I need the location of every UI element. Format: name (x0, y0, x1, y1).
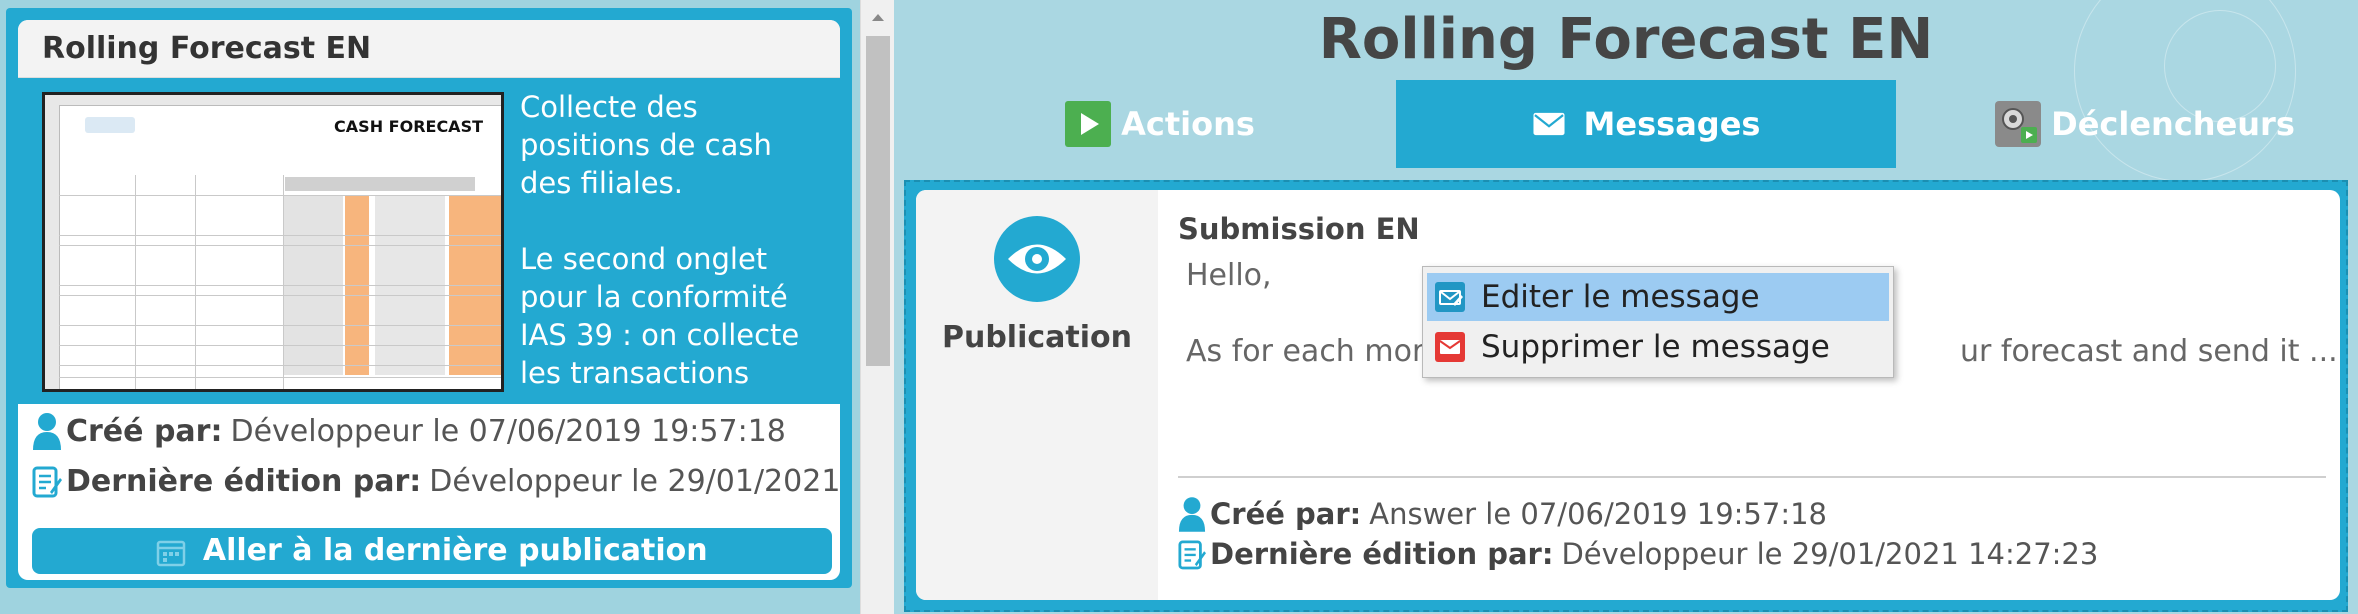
message-edited-label: Dernière édition par: (1210, 537, 1554, 571)
thumbnail-gridline (59, 295, 501, 296)
left-scrollbar[interactable] (860, 0, 895, 614)
publication-card: Rolling Forecast EN CASH FORECAST Collec… (6, 8, 852, 588)
context-menu: Editer le message Supprimer le message (1422, 266, 1894, 378)
tab-messages-label: Messages (1583, 105, 1761, 143)
card-description: Collecte des positions de cash des filia… (520, 88, 820, 392)
go-to-last-publication-button[interactable]: Aller à la dernière publication (32, 528, 832, 574)
menu-item-edit-label: Editer le message (1481, 279, 1760, 315)
thumbnail-gridline (59, 285, 501, 286)
message-edited-value: Développeur le 29/01/2021 14:27:23 (1561, 537, 2099, 571)
tab-actions[interactable]: Actions (1010, 80, 1310, 168)
envelope-icon (1533, 112, 1565, 136)
tab-actions-label: Actions (1121, 105, 1255, 143)
thumbnail-gridline (59, 325, 501, 326)
message-greeting: Hello, (1186, 258, 1272, 293)
thumbnail-gridline (59, 377, 501, 378)
message-created-row: Créé par: Answer le 07/06/2019 19:57:18 (1178, 496, 1827, 532)
eye-icon (994, 216, 1080, 302)
divider (1178, 476, 2326, 478)
go-button-label: Aller à la dernière publication (202, 533, 708, 568)
calendar-icon (157, 540, 186, 566)
tab-messages[interactable]: Messages (1396, 80, 1896, 168)
thumbnail-gridline (195, 175, 196, 389)
person-icon (33, 413, 61, 450)
message-card[interactable]: Publication Submission EN Hello, As for … (916, 190, 2340, 600)
message-body-right: ur forecast and send it ... (1960, 334, 2338, 369)
thumbnail-gridline (59, 345, 501, 346)
message-created-value: Answer le 07/06/2019 19:57:18 (1369, 497, 1828, 531)
thumbnail-gridline (283, 175, 284, 389)
thumbnail-gridline (135, 175, 136, 389)
scroll-up-arrow-icon[interactable] (861, 0, 895, 34)
thumbnail-gridline (59, 235, 501, 236)
spreadsheet-thumbnail[interactable]: CASH FORECAST (42, 92, 504, 392)
thumbnail-row-header (45, 105, 60, 389)
last-edited-label: Dernière édition par: (66, 463, 422, 499)
tab-triggers-label: Déclencheurs (2051, 105, 2295, 143)
thumbnail-gridline (59, 195, 501, 196)
message-created-label: Créé par: (1210, 497, 1362, 531)
message-body-left: As for each mor (1186, 334, 1425, 369)
thumbnail-gridline (59, 245, 501, 246)
last-edited-value: Développeur le 29/01/2021 15 (429, 463, 840, 499)
publication-label: Publication (941, 320, 1132, 355)
thumbnail-logo (85, 117, 135, 133)
message-edited-row: Dernière édition par: Développeur le 29/… (1178, 536, 2098, 572)
created-by-label: Créé par: (66, 413, 223, 449)
edit-document-icon (32, 466, 62, 498)
edit-mail-icon (1435, 282, 1465, 312)
edit-document-icon (1178, 540, 1206, 570)
play-icon (1065, 101, 1112, 147)
person-icon (1178, 497, 1206, 532)
menu-item-delete-label: Supprimer le message (1481, 329, 1830, 365)
thumbnail-header-cells (285, 177, 475, 191)
thumbnail-title: CASH FORECAST (334, 117, 483, 136)
publication-card-inner: Rolling Forecast EN CASH FORECAST Collec… (18, 20, 840, 580)
menu-item-delete-message[interactable]: Supprimer le message (1427, 323, 1889, 371)
card-description-p2: Le second onglet pour la conformité IAS … (520, 242, 800, 390)
trigger-icon (1995, 101, 2042, 147)
page-title: Rolling Forecast EN (1318, 7, 1934, 72)
card-title: Rolling Forecast EN (18, 20, 840, 78)
publication-sidebar: Publication (916, 190, 1158, 600)
card-description-p1: Collecte des positions de cash des filia… (520, 90, 772, 200)
tab-triggers[interactable]: Déclencheurs (1990, 80, 2300, 168)
thumbnail-gridline (59, 365, 501, 366)
card-body: CASH FORECAST Collecte des positions de … (18, 78, 840, 404)
delete-mail-icon (1435, 332, 1465, 362)
thumbnail-column-header (45, 95, 501, 106)
created-by-value: Développeur le 07/06/2019 19:57:18 (230, 413, 786, 449)
message-title: Submission EN (1178, 212, 1420, 246)
menu-item-edit-message[interactable]: Editer le message (1427, 273, 1889, 321)
scrollbar-thumb[interactable] (866, 36, 890, 366)
created-by-row: Créé par: Développeur le 07/06/2019 19:5… (32, 412, 786, 450)
last-edited-row: Dernière édition par: Développeur le 29/… (32, 462, 840, 500)
